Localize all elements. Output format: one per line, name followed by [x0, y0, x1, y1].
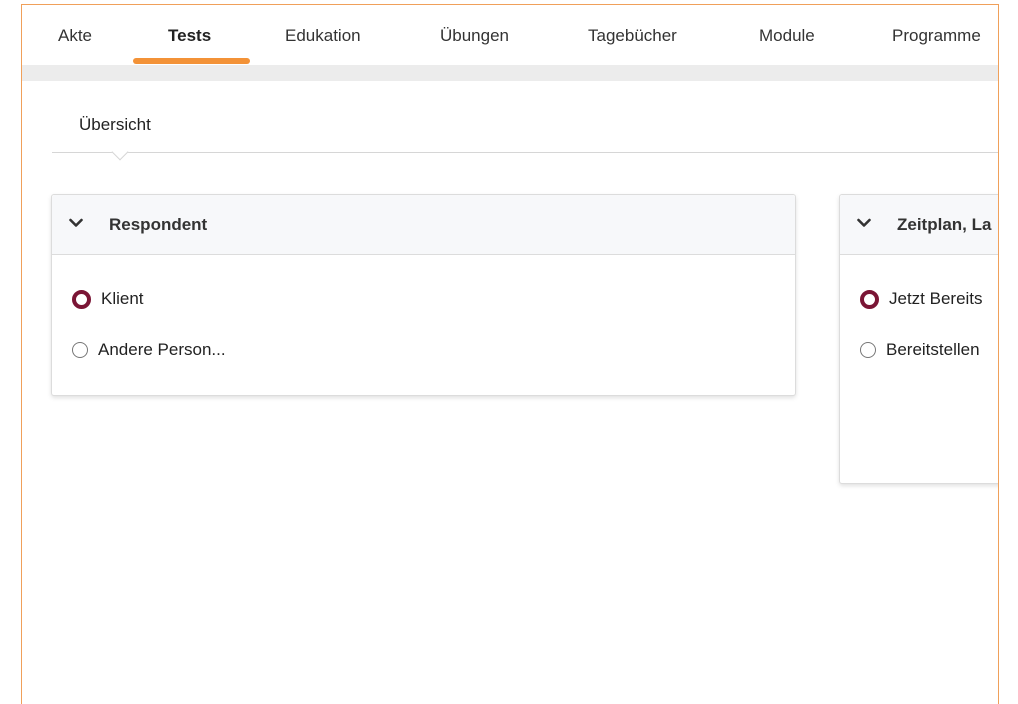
respondent-card: Respondent Klient Andere Person...	[51, 194, 796, 396]
respondent-card-header[interactable]: Respondent	[52, 195, 795, 255]
radio-selected-icon[interactable]	[860, 289, 879, 309]
chevron-down-icon[interactable]	[857, 218, 871, 228]
option-label: Jetzt Bereits	[889, 289, 983, 308]
active-subtab-notch	[111, 143, 129, 161]
schedule-card: Zeitplan, La Jetzt Bereits Bereitstellen	[839, 194, 998, 484]
tab-tests[interactable]: Tests	[168, 26, 211, 46]
option-label: Klient	[101, 289, 144, 308]
schedule-card-title: Zeitplan, La	[897, 215, 992, 234]
radio-option-andere-person[interactable]: Andere Person...	[72, 340, 226, 360]
sub-tab-underline	[52, 152, 998, 153]
main-tab-bar: Akte Tests Edukation Übungen Tagebücher …	[22, 5, 998, 65]
radio-option-bereitstellen[interactable]: Bereitstellen	[860, 340, 980, 360]
option-label: Bereitstellen	[886, 340, 980, 359]
radio-unselected-icon[interactable]	[72, 342, 88, 358]
active-tab-indicator	[133, 58, 250, 64]
sub-tab-bar: Übersicht	[52, 95, 998, 161]
radio-unselected-icon[interactable]	[860, 342, 876, 358]
schedule-card-header[interactable]: Zeitplan, La	[840, 195, 998, 255]
radio-option-jetzt-bereitstellen[interactable]: Jetzt Bereits	[860, 289, 983, 309]
chevron-down-icon[interactable]	[69, 218, 83, 228]
respondent-card-title: Respondent	[109, 215, 208, 234]
subtab-uebersicht[interactable]: Übersicht	[79, 115, 151, 135]
tab-module[interactable]: Module	[759, 26, 815, 46]
tab-uebungen[interactable]: Übungen	[440, 26, 509, 46]
tab-akte[interactable]: Akte	[58, 26, 92, 46]
app-frame: Akte Tests Edukation Übungen Tagebücher …	[21, 4, 999, 704]
tab-tagebuecher[interactable]: Tagebücher	[588, 26, 677, 46]
option-label: Andere Person...	[98, 340, 226, 359]
tab-bar-divider	[22, 65, 998, 81]
radio-selected-icon[interactable]	[72, 289, 91, 309]
tab-edukation[interactable]: Edukation	[285, 26, 361, 46]
radio-option-klient[interactable]: Klient	[72, 289, 144, 309]
tab-programme[interactable]: Programme	[892, 26, 981, 46]
